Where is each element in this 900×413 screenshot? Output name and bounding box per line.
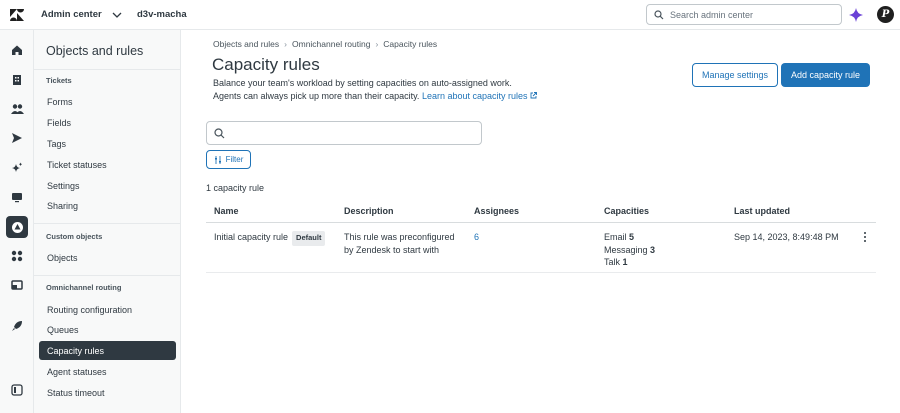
product-rail (0, 30, 34, 413)
divider (34, 223, 181, 224)
rule-name-cell: Initial capacity rule Default (214, 231, 326, 246)
description-text: Agents can always pick up more than thei… (213, 91, 420, 101)
nav-item-fields[interactable]: Fields (39, 113, 176, 132)
people-icon[interactable] (6, 98, 28, 120)
breadcrumb-current: Capacity rules (383, 39, 438, 49)
admin-search-input[interactable]: Search admin center (646, 4, 842, 25)
capacity-value: 3 (650, 244, 656, 255)
breadcrumb-item[interactable]: Omnichannel routing (292, 39, 370, 49)
nav-item-tags[interactable]: Tags (39, 134, 176, 153)
top-bar: Admin center d3v-macha Search admin cent… (0, 0, 900, 30)
learn-more-label: Learn about capacity rules (421, 91, 528, 101)
column-header-description: Description (344, 206, 394, 216)
workspace-icon[interactable] (6, 274, 28, 296)
nav-section-omnichannel-routing: Omnichannel routing (46, 283, 122, 292)
nav-item-queues[interactable]: Queues (39, 320, 176, 339)
chevron-right-icon: › (284, 39, 287, 49)
nav-title: Objects and rules (46, 44, 144, 58)
column-header-last-updated[interactable]: Last updated (734, 206, 790, 216)
send-icon[interactable] (6, 127, 28, 149)
rule-count: 1 capacity rule (206, 183, 265, 193)
capacities-cell: Email 5 Messaging 3 Talk 1 (604, 231, 655, 269)
nav-section-custom-objects: Custom objects (46, 232, 103, 241)
home-icon[interactable] (6, 39, 28, 61)
sparkle-icon[interactable] (6, 157, 28, 179)
manage-settings-button[interactable]: Manage settings (692, 63, 778, 87)
capacity-label: Messaging (604, 244, 648, 255)
breadcrumb: Objects and rules › Omnichannel routing … (213, 39, 437, 49)
rule-name[interactable]: Initial capacity rule (214, 232, 288, 242)
capacity-label: Email (604, 232, 627, 242)
objects-rules-icon[interactable] (6, 216, 28, 238)
capacity-value: 5 (629, 232, 635, 242)
ai-sparkle-icon[interactable] (848, 7, 864, 23)
filter-label: Filter (225, 155, 244, 164)
nav-item-ticket-statuses[interactable]: Ticket statuses (39, 155, 176, 174)
page-description: Balance your team's workload by setting … (213, 77, 573, 103)
rules-search-input[interactable] (206, 121, 482, 145)
capacity-email: Email 5 (604, 231, 655, 244)
search-icon (214, 127, 225, 138)
nav-item-settings[interactable]: Settings (39, 176, 176, 195)
column-header-name[interactable]: Name (214, 206, 239, 216)
capacity-messaging: Messaging 3 (604, 244, 655, 257)
nav-item-forms[interactable]: Forms (39, 92, 176, 111)
description-line-2: Agents can always pick up more than thei… (213, 90, 573, 103)
divider (34, 275, 181, 276)
column-header-capacities: Capacities (604, 206, 650, 216)
nav-section-tickets: Tickets (46, 76, 72, 85)
nav-item-status-timeout[interactable]: Status timeout (39, 383, 176, 402)
page-title: Capacity rules (212, 55, 320, 74)
nav-item-agent-statuses[interactable]: Agent statuses (39, 362, 176, 381)
default-badge: Default (292, 231, 326, 246)
nav-item-routing-configuration[interactable]: Routing configuration (39, 300, 176, 319)
product-name: Admin center (41, 9, 102, 20)
description-line: Balance your team's workload by setting … (213, 78, 512, 88)
rule-description-line: This rule was preconfigured (344, 232, 455, 242)
capacity-label: Talk (604, 257, 621, 267)
breadcrumb-item[interactable]: Objects and rules (213, 39, 279, 49)
zendesk-logo-icon[interactable] (8, 6, 26, 24)
table-row[interactable]: Initial capacity rule Default This rule w… (206, 223, 876, 273)
last-updated-cell: Sep 14, 2023, 8:49:48 PM (734, 232, 839, 242)
rule-description-line: by Zendesk to start with (344, 244, 440, 255)
add-capacity-rule-button[interactable]: Add capacity rule (781, 63, 870, 87)
nav-item-objects[interactable]: Objects (39, 248, 176, 267)
search-icon (654, 9, 664, 19)
product-switcher[interactable]: Admin center (41, 9, 122, 20)
learn-more-link[interactable]: Learn about capacity rules (422, 91, 537, 101)
account-name: d3v-macha (137, 9, 187, 20)
monitor-icon[interactable] (6, 186, 28, 208)
rule-description-cell: This rule was preconfigured by Zendesk t… (344, 231, 455, 256)
external-link-icon (530, 92, 537, 99)
nav-item-capacity-rules[interactable]: Capacity rules (39, 341, 176, 360)
divider (34, 69, 181, 70)
building-icon[interactable] (6, 69, 28, 91)
chevron-right-icon: › (375, 39, 379, 49)
avatar[interactable]: P (877, 6, 894, 23)
secondary-nav: Objects and rules Tickets Forms Fields T… (34, 30, 181, 413)
column-header-assignees[interactable]: Assignees (474, 206, 519, 216)
capacity-value: 1 (622, 257, 628, 267)
filter-button[interactable]: Filter (206, 150, 251, 169)
overflow-menu-icon[interactable] (861, 231, 869, 243)
collapse-icon[interactable] (6, 379, 28, 401)
apps-icon[interactable] (6, 245, 28, 267)
assignees-link[interactable]: 6 (474, 231, 479, 244)
capacity-talk: Talk 1 (604, 256, 655, 269)
nav-item-sharing[interactable]: Sharing (39, 196, 176, 215)
chevron-down-icon (112, 12, 122, 18)
rocket-icon[interactable] (6, 315, 28, 337)
search-placeholder: Search admin center (670, 9, 754, 20)
filter-icon (214, 155, 221, 164)
table-header: Name Description Assignees Capacities La… (206, 200, 876, 223)
